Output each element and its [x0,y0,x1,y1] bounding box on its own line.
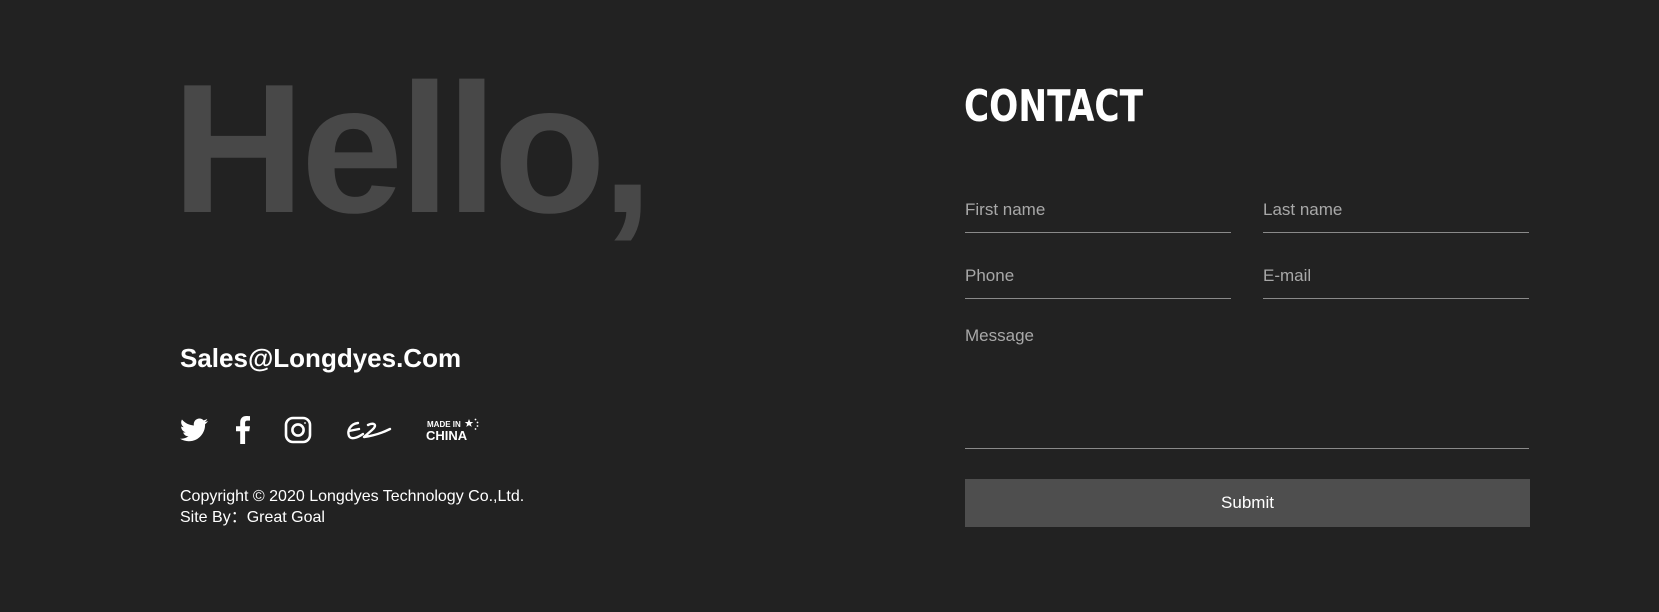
submit-button[interactable]: Submit [965,479,1530,527]
first-name-field [965,188,1231,233]
copyright-text: Copyright © 2020 Longdyes Technology Co.… [180,488,525,505]
phone-field [965,254,1231,299]
facebook-icon[interactable] [234,416,252,444]
twitter-icon[interactable] [180,416,208,444]
email-field [1263,254,1529,299]
contact-title: CONTACT [964,81,1143,132]
made-in-china-icon[interactable]: MADE IN CHINA [426,417,482,443]
copyright-block: Copyright © 2020 Longdyes Technology Co.… [180,486,524,528]
message-field [965,320,1529,449]
last-name-field [1263,188,1529,233]
instagram-icon[interactable] [284,416,312,444]
hello-heading: Hello, [172,45,653,251]
phone-input[interactable] [965,254,1231,298]
sales-email-link[interactable]: Sales@Longdyes.Com [180,342,461,374]
site-by: Site By：Great Goal [180,507,524,528]
social-links: MADE IN CHINA [180,414,482,446]
message-textarea[interactable] [965,320,1529,448]
china-text: CHINA [426,428,468,443]
first-name-input[interactable] [965,188,1231,232]
last-name-input[interactable] [1263,188,1529,232]
site-by-label: Site By： [180,509,247,526]
site-by-link[interactable]: Great Goal [247,509,325,526]
email-input[interactable] [1263,254,1529,298]
alibaba-icon[interactable] [344,418,392,442]
